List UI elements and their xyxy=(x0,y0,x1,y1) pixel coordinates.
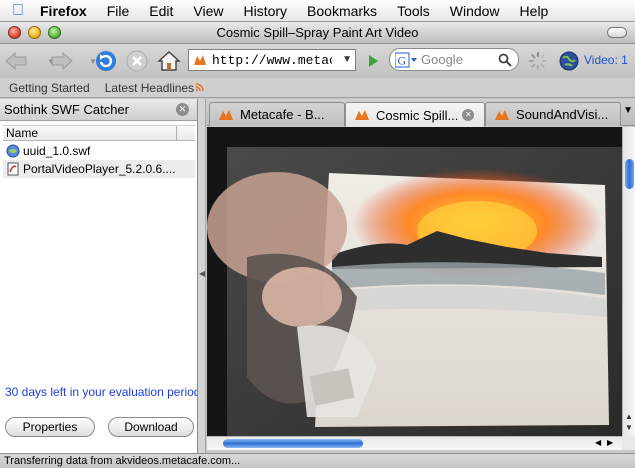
sidebar-header: Sothink SWF Catcher ✕ xyxy=(0,99,197,121)
metacafe-favicon-icon xyxy=(495,109,509,120)
horizontal-scrollbar[interactable]: ◀ ▶ xyxy=(207,436,622,450)
metacafe-favicon-icon xyxy=(219,109,233,120)
svg-text:G: G xyxy=(398,53,407,67)
download-button[interactable]: Download xyxy=(108,417,194,437)
menu-file[interactable]: File xyxy=(99,3,142,19)
menu-bar:  Firefox File Edit View History Bookmar… xyxy=(0,0,635,22)
apple-icon[interactable]:  xyxy=(0,2,36,20)
column-separator[interactable] xyxy=(176,126,177,141)
evaluation-notice-link[interactable]: 30 days left in your evaluation period xyxy=(5,385,197,399)
swf-catcher-sidebar: Sothink SWF Catcher ✕ Name uuid_1.0.swf … xyxy=(0,99,198,455)
tab-sound-and-vision[interactable]: SoundAndVisi... xyxy=(485,102,621,126)
menu-edit[interactable]: Edit xyxy=(141,3,185,19)
file-name: uuid_1.0.swf xyxy=(23,144,91,158)
forward-arrow-icon xyxy=(51,51,73,71)
go-arrow-icon xyxy=(369,55,378,67)
menu-history[interactable]: History xyxy=(235,3,299,19)
scroll-up-arrow-icon[interactable]: ▲ xyxy=(625,412,633,421)
stop-button[interactable] xyxy=(124,48,150,74)
column-label: Name xyxy=(6,126,39,140)
tab-list-dropdown[interactable]: ▼ xyxy=(623,105,633,116)
bookmark-latest-headlines[interactable]: Latest Headlines xyxy=(105,81,194,95)
close-sidebar-icon[interactable]: ✕ xyxy=(176,103,189,116)
bookmark-getting-started[interactable]: Getting Started xyxy=(9,81,90,95)
scrollbar-corner xyxy=(622,436,635,450)
tab-label: Cosmic Spill... xyxy=(376,107,459,123)
horizontal-scroll-thumb[interactable] xyxy=(223,439,363,448)
search-input[interactable]: Google xyxy=(421,52,463,67)
close-tab-icon[interactable]: ✕ xyxy=(462,109,475,121)
tab-metacafe[interactable]: Metacafe - B... xyxy=(209,102,345,126)
spinner-icon xyxy=(529,52,547,70)
splitter-grip-icon: ◀ xyxy=(199,269,206,278)
google-search-engine-icon[interactable]: G xyxy=(395,52,419,68)
properties-button[interactable]: Properties xyxy=(5,417,95,437)
reload-icon xyxy=(96,51,116,71)
go-button[interactable] xyxy=(360,48,386,74)
home-icon xyxy=(157,51,181,71)
video-link[interactable]: Video: 1 xyxy=(584,53,628,67)
tab-label: SoundAndVisi... xyxy=(516,107,609,122)
name-column-header[interactable]: Name xyxy=(3,125,195,141)
file-row-portal-video-player[interactable]: PortalVideoPlayer_5.2.0.6.... xyxy=(3,160,195,178)
home-button[interactable] xyxy=(156,48,182,74)
vertical-scroll-thumb[interactable] xyxy=(625,159,634,189)
url-history-dropdown[interactable]: ▼ xyxy=(342,54,352,65)
forward-button[interactable] xyxy=(48,48,74,74)
rss-feed-icon xyxy=(195,83,204,92)
file-name: PortalVideoPlayer_5.2.0.6.... xyxy=(23,162,176,176)
back-arrow-icon xyxy=(5,51,27,71)
menu-firefox[interactable]: Firefox xyxy=(36,3,99,19)
tab-strip: Metacafe - B... Cosmic Spill... ✕ SoundA… xyxy=(207,99,635,127)
reload-button[interactable] xyxy=(93,48,119,74)
menu-help[interactable]: Help xyxy=(512,3,561,19)
menu-window[interactable]: Window xyxy=(442,3,512,19)
scroll-right-arrow-icon[interactable]: ▶ xyxy=(607,438,613,447)
toolbar-toggle-button[interactable] xyxy=(607,27,627,38)
window-title: Cosmic Spill–Spray Paint Art Video xyxy=(216,25,419,40)
loading-throbber xyxy=(525,48,551,74)
search-bar[interactable]: G Google xyxy=(389,48,519,71)
scroll-left-arrow-icon[interactable]: ◀ xyxy=(595,438,601,447)
globe-icon xyxy=(559,51,579,71)
stop-icon xyxy=(126,50,148,72)
status-bar: Transferring data from akvideos.metacafe… xyxy=(0,453,635,468)
metacafe-favicon-icon xyxy=(194,55,206,65)
bookmarks-toolbar: Getting Started Latest Headlines xyxy=(0,78,635,98)
globe-button[interactable] xyxy=(556,48,582,74)
menu-view[interactable]: View xyxy=(185,3,235,19)
url-text: http://www.metacafe. xyxy=(212,52,332,68)
scroll-down-arrow-icon[interactable]: ▼ xyxy=(625,423,633,432)
swf-file-icon xyxy=(6,144,20,158)
back-button[interactable] xyxy=(4,48,30,74)
vertical-scrollbar[interactable]: ▲ ▼ xyxy=(622,127,635,436)
file-row-uuid[interactable]: uuid_1.0.swf xyxy=(3,142,195,160)
magnifier-icon[interactable] xyxy=(498,53,512,67)
sidebar-splitter[interactable]: ◀ xyxy=(198,99,206,455)
window-title-bar: Cosmic Spill–Spray Paint Art Video xyxy=(0,22,635,44)
video-player[interactable] xyxy=(207,127,622,436)
sidebar-title: Sothink SWF Catcher xyxy=(4,102,129,117)
menu-bookmarks[interactable]: Bookmarks xyxy=(299,3,389,19)
swf-file-icon xyxy=(7,162,19,176)
url-bar[interactable]: http://www.metacafe. ▼ xyxy=(188,49,356,71)
tab-cosmic-spill[interactable]: Cosmic Spill... ✕ xyxy=(345,102,485,127)
tab-label: Metacafe - B... xyxy=(240,107,325,122)
menu-tools[interactable]: Tools xyxy=(389,3,442,19)
video-frame-image xyxy=(207,127,622,436)
metacafe-favicon-icon xyxy=(355,110,369,120)
